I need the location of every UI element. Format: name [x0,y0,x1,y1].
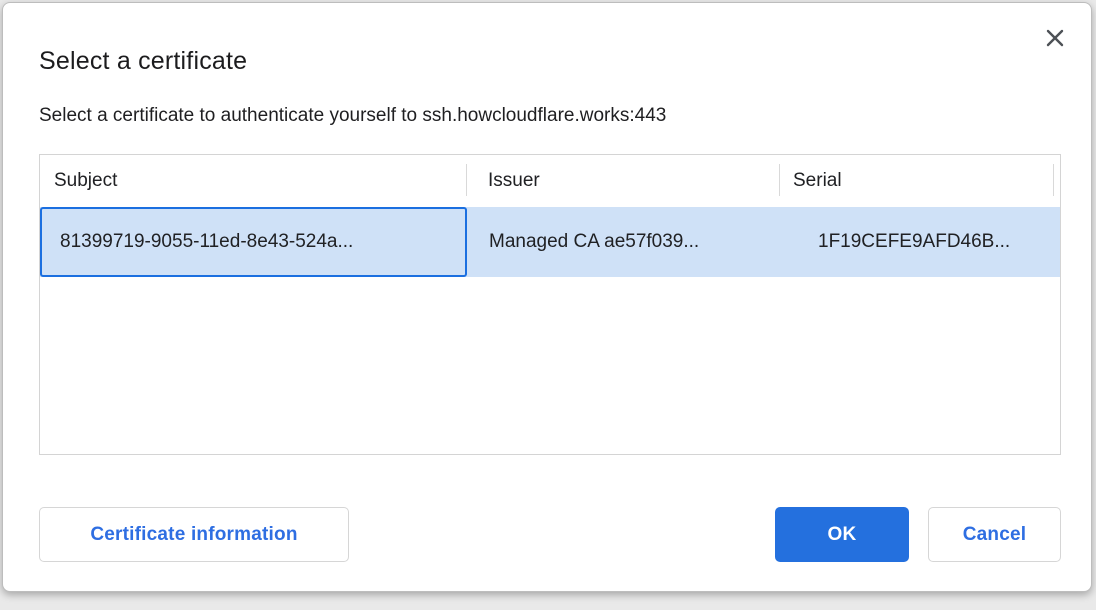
column-header-subject: Subject [40,170,467,192]
serial-cell: 1F19CEFE9AFD46B... [780,207,1060,277]
column-divider [1053,164,1054,196]
dialog-title: Select a certificate [39,47,247,76]
close-button[interactable] [1041,24,1069,52]
certificate-table: Subject Issuer Serial 81399719-9055-11ed… [39,154,1061,455]
certificate-information-button[interactable]: Certificate information [39,507,349,562]
ok-button[interactable]: OK [775,507,909,562]
close-icon [1044,27,1066,49]
dialog-subtitle: Select a certificate to authenticate you… [39,105,666,127]
column-header-serial: Serial [780,170,1060,192]
cancel-button[interactable]: Cancel [928,507,1061,562]
column-divider [466,164,467,196]
table-header-row: Subject Issuer Serial [40,155,1060,207]
select-certificate-dialog: Select a certificate Select a certificat… [2,2,1092,592]
subject-cell: 81399719-9055-11ed-8e43-524a... [40,207,467,277]
column-divider [779,164,780,196]
certificate-row-selected[interactable]: 81399719-9055-11ed-8e43-524a... Managed … [40,207,1060,277]
column-header-issuer: Issuer [467,170,780,192]
issuer-cell: Managed CA ae57f039... [467,207,780,277]
